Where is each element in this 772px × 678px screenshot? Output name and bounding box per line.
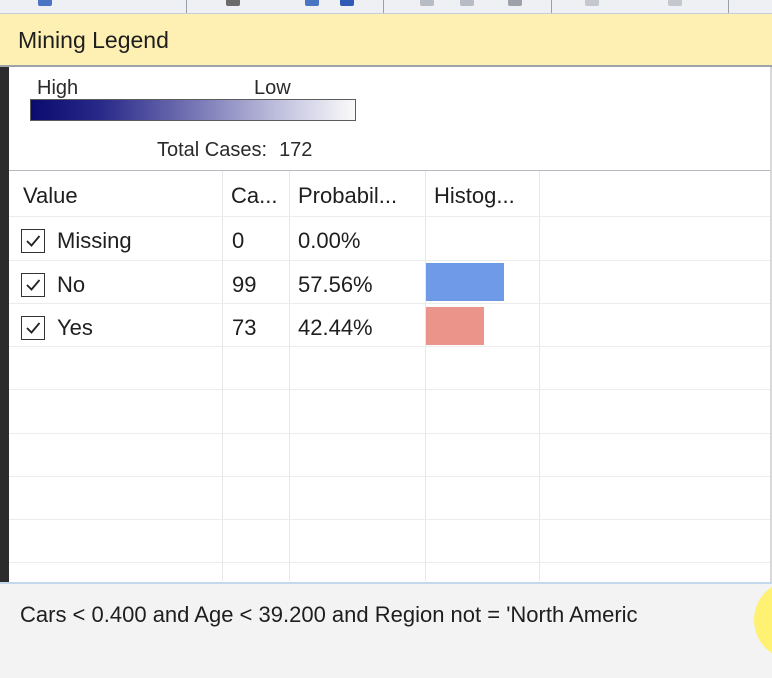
row-divider [9, 562, 770, 563]
checkbox-missing[interactable] [21, 229, 45, 253]
row-divider [9, 389, 770, 390]
legend-low-label: Low [254, 77, 291, 99]
toolbar-icon[interactable] [38, 0, 52, 6]
toolbar-icon[interactable] [420, 0, 434, 6]
toolbar-icon[interactable] [305, 0, 319, 6]
toolbar-icon[interactable] [340, 0, 354, 6]
value-missing: Missing [57, 228, 132, 253]
toolbar-separator [728, 0, 729, 13]
row-divider [9, 346, 770, 347]
cursor-highlight [754, 584, 772, 660]
toolbar-icon[interactable] [508, 0, 522, 6]
probability-yes: 42.44% [298, 315, 373, 340]
toolbar-separator [186, 0, 187, 13]
probability-no: 57.56% [298, 272, 373, 297]
column-header-cases[interactable]: Ca... [231, 183, 277, 209]
toolbar-icon[interactable] [226, 0, 240, 6]
histogram-bar-yes [426, 307, 484, 345]
column-header-probability[interactable]: Probabil... [298, 183, 397, 209]
cases-missing: 0 [232, 228, 245, 253]
toolbar-separator [383, 0, 384, 13]
row-divider [9, 433, 770, 434]
panel-left-border [0, 67, 9, 582]
probability-missing: 0.00% [298, 228, 361, 253]
toolbar [0, 0, 772, 14]
toolbar-icon[interactable] [585, 0, 599, 6]
column-header-histogram[interactable]: Histog... [434, 183, 515, 209]
cases-yes: 73 [232, 315, 257, 340]
legend-area: High Low Total Cases: 172 [9, 67, 770, 168]
value-yes: Yes [57, 315, 93, 340]
row-divider [9, 476, 770, 477]
mining-legend-header: Mining Legend [0, 14, 772, 67]
total-cases-value: 172 [279, 139, 313, 161]
row-divider [9, 303, 770, 304]
total-cases-label: Total Cases: [157, 139, 268, 161]
rule-description-pane: Cars < 0.400 and Age < 39.200 and Region… [0, 582, 772, 678]
toolbar-separator [551, 0, 552, 13]
window-title: Mining Legend [18, 27, 169, 53]
column-header-value[interactable]: Value [23, 183, 78, 209]
checkmark-icon [26, 279, 41, 291]
row-divider [9, 216, 770, 217]
checkbox-no[interactable] [21, 273, 45, 297]
row-divider [9, 519, 770, 520]
legend-gradient-bar [30, 99, 356, 121]
checkbox-yes[interactable] [21, 316, 45, 340]
toolbar-icon[interactable] [668, 0, 682, 6]
checkmark-icon [26, 322, 41, 334]
legend-grid[interactable]: Value Ca... Probabil... Histog... Missin… [9, 170, 770, 581]
cases-no: 99 [232, 272, 257, 297]
checkmark-icon [26, 235, 41, 247]
legend-total-cases: Total Cases: 172 [157, 139, 312, 162]
histogram-bar-no [426, 263, 504, 301]
row-divider [9, 260, 770, 261]
rule-text: Cars < 0.400 and Age < 39.200 and Region… [20, 602, 638, 627]
legend-high-label: High [37, 77, 79, 99]
toolbar-icon[interactable] [460, 0, 474, 6]
value-no: No [57, 272, 86, 297]
